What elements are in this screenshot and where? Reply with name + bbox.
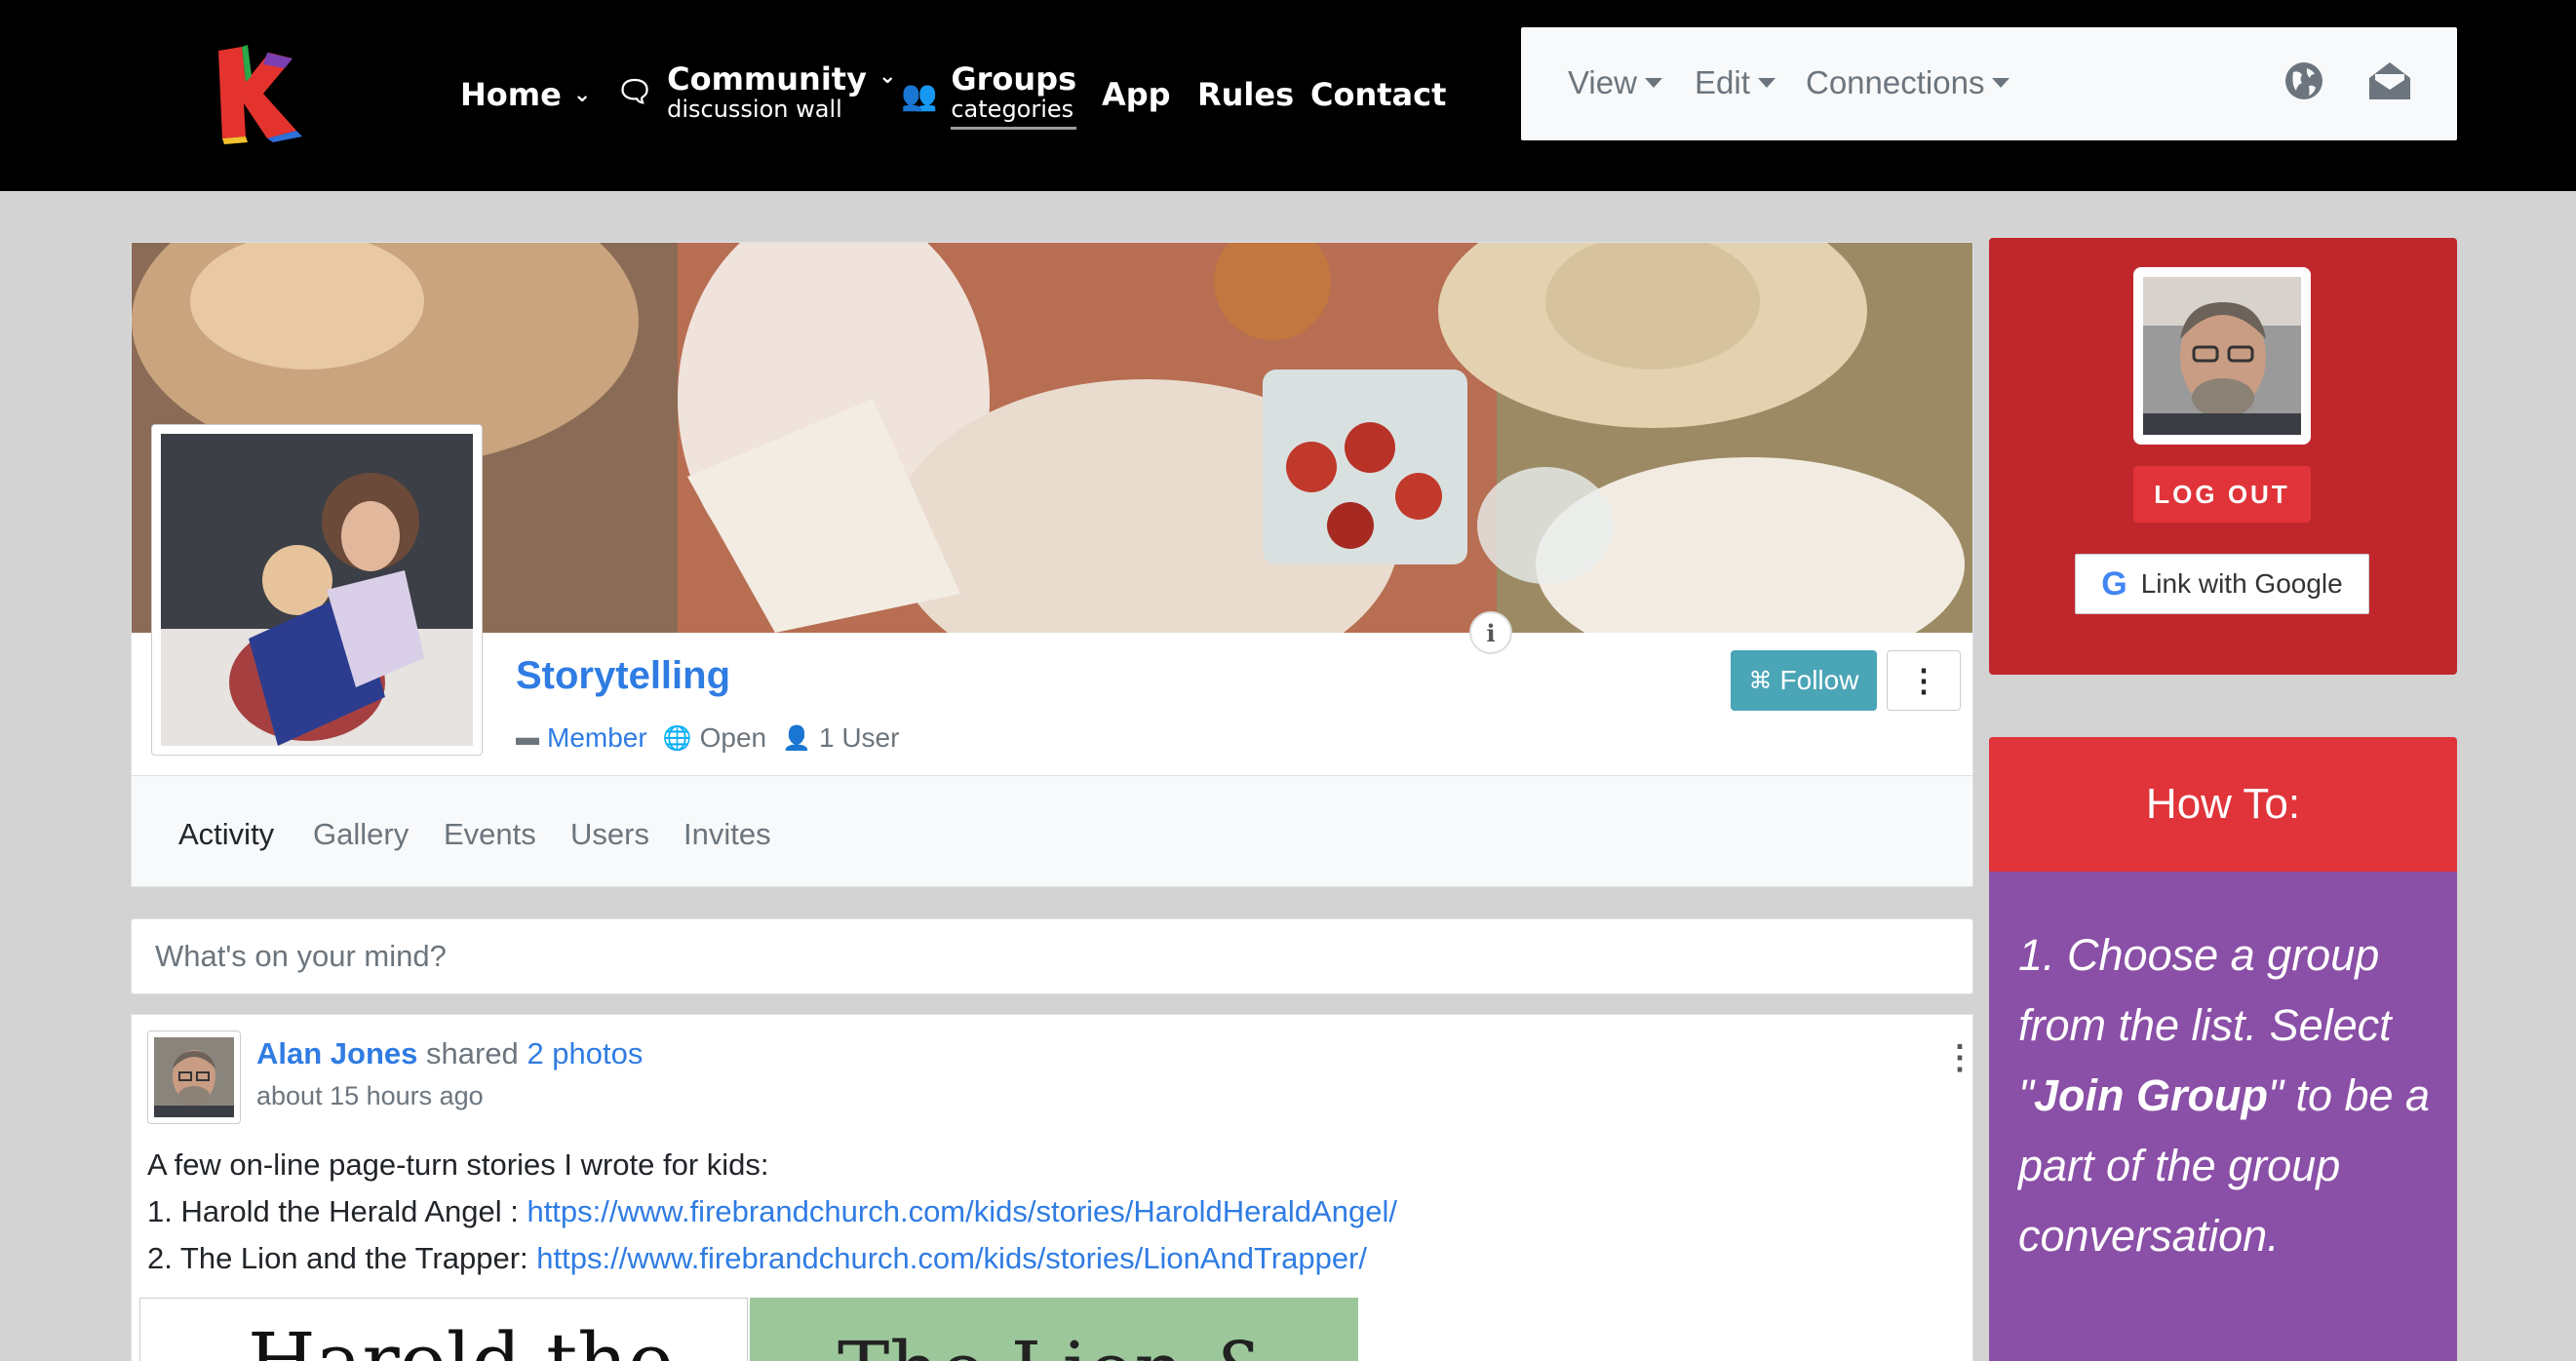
globe-icon[interactable] [2280,57,2328,105]
nav-rules[interactable]: Rules [1197,76,1294,113]
avatar[interactable] [147,1030,241,1124]
tab-users[interactable]: Users [570,817,649,852]
post-body: A few on-line page-turn stories I wrote … [147,1142,1397,1282]
edit-dropdown[interactable]: Edit [1695,64,1776,101]
avatar[interactable] [2133,267,2311,445]
users-icon: 👥 [901,78,938,113]
follow-button[interactable]: ⌘ Follow [1731,650,1877,711]
tab-gallery[interactable]: Gallery [313,817,409,852]
group-tabs: Activity Gallery Events Users Invites [132,775,1972,886]
rss-icon: ⌘ [1748,667,1773,694]
connections-dropdown[interactable]: Connections [1806,64,2010,101]
post-timestamp[interactable]: about 15 hours ago [256,1081,484,1111]
chevron-down-icon: ⌄ [878,64,897,89]
google-icon: G [2101,564,2127,603]
nav-community-sub: discussion wall [667,96,842,124]
post-photo-1-text: Harold the [248,1316,674,1361]
caret-down-icon [1757,78,1776,88]
post-line-1-prefix: 1. Harold the Herald Angel : [147,1194,527,1228]
group-member-count: 1 User [818,722,900,753]
nav-groups-label: Groups [951,60,1077,97]
tab-events[interactable]: Events [444,817,536,852]
activity-post: Alan Jones shared 2 photos about 15 hour… [131,1014,1976,1361]
how-to-title: How To: [1989,737,2457,872]
nav-app[interactable]: App [1102,76,1171,113]
post-link-1[interactable]: https://www.firebrandchurch.com/kids/sto… [527,1194,1397,1228]
link-with-google-label: Link with Google [2140,568,2343,599]
globe-icon: 🌐 [662,724,692,752]
group-category-link[interactable]: Member [547,722,647,754]
how-to-panel: How To: 1. Choose a group from the list.… [1989,737,2457,1361]
post-options-icon[interactable]: ⋮ [1943,1038,1976,1077]
post-author-avatar-image [154,1037,234,1117]
site-logo[interactable] [209,43,302,144]
post-photo-1[interactable]: Harold the [139,1298,748,1361]
follow-button-label: Follow [1779,665,1859,695]
nav-home-label: Home [460,76,562,113]
post-photo-2-text: The Lion & [838,1325,1279,1361]
info-button[interactable]: i [1469,611,1512,654]
nav-groups-sub: categories [951,97,1077,130]
view-dropdown-label: View [1568,64,1637,100]
post-action: shared [426,1036,519,1070]
post-intro: A few on-line page-turn stories I wrote … [147,1147,769,1182]
nav-community[interactable]: 🗨 Community discussion wall ⌄ [616,60,897,124]
post-line-1: 1. Harold the Herald Angel : https://www… [147,1188,1397,1235]
caret-down-icon [1992,78,2010,88]
nav-home[interactable]: Home ⌄ [460,76,591,113]
nav-contact[interactable]: Contact [1310,76,1446,113]
how-to-text-bold: Join Group [2033,1070,2268,1120]
user-menu-bar: View Edit Connections [1521,27,2457,140]
user-icon: 👤 [782,724,811,752]
group-header-card: i Storytelling ▬ Member 🌐 Open 👤 1 User … [131,242,1973,887]
group-avatar-image [161,434,473,746]
comments-icon: 🗨 [616,75,654,110]
connections-dropdown-label: Connections [1806,64,1985,100]
post-link-2[interactable]: https://www.firebrandchurch.com/kids/sto… [536,1241,1367,1275]
caret-down-icon [1644,78,1662,88]
post-object-link[interactable]: 2 photos [527,1036,643,1070]
nav-community-label: Community [667,60,867,97]
folder-icon: ▬ [516,724,539,751]
tab-invites[interactable]: Invites [683,817,771,852]
group-meta: ▬ Member 🌐 Open 👤 1 User [516,722,915,754]
how-to-text: 1. Choose a group from the list. Select … [2018,920,2447,1271]
logout-button[interactable]: LOG OUT [2133,466,2311,523]
post-line-2-prefix: 2. The Lion and the Trapper: [147,1241,537,1275]
status-composer-input[interactable]: What's on your mind? [131,918,1973,994]
view-dropdown[interactable]: View [1568,64,1662,101]
envelope-open-icon[interactable] [2365,57,2414,105]
user-login-box: LOG OUT G Link with Google [1989,238,2457,675]
group-title[interactable]: Storytelling [516,654,730,698]
group-options-button[interactable]: ⋮ [1887,650,1961,711]
chevron-down-icon: ⌄ [572,82,592,107]
top-navbar: Home ⌄ 🗨 Community discussion wall ⌄ 👥 G… [0,0,2576,191]
user-profile-photo [2143,277,2301,435]
post-header: Alan Jones shared 2 photos [256,1036,643,1071]
post-photo-2[interactable]: The Lion & [750,1298,1358,1361]
post-line-2: 2. The Lion and the Trapper: https://www… [147,1235,1397,1282]
tab-activity[interactable]: Activity [178,817,274,852]
link-with-google-button[interactable]: G Link with Google [2075,554,2369,614]
post-author-link[interactable]: Alan Jones [256,1036,417,1070]
edit-dropdown-label: Edit [1695,64,1750,100]
group-privacy: Open [699,722,767,753]
group-avatar[interactable] [151,424,483,756]
nav-groups[interactable]: 👥 Groups categories [901,60,1077,130]
